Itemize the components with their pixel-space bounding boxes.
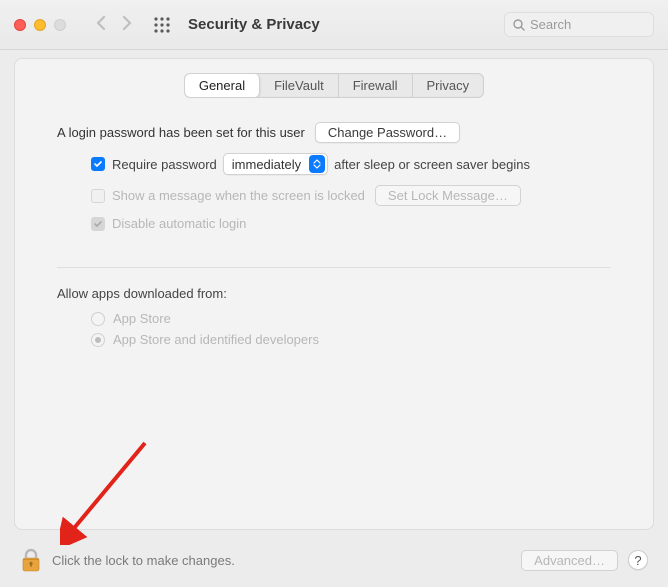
require-password-label: Require password <box>112 157 217 172</box>
show-message-row: Show a message when the screen is locked… <box>91 185 611 206</box>
search-input[interactable] <box>530 17 645 32</box>
segmented-tabs: General FileVault Firewall Privacy <box>184 73 484 98</box>
show-message-checkbox <box>91 189 105 203</box>
titlebar: Security & Privacy <box>0 0 668 50</box>
search-wrap <box>504 12 654 37</box>
radio-appstore-label: App Store <box>113 311 171 326</box>
require-password-row: Require password immediately after sleep… <box>91 153 611 175</box>
footer-right: Advanced… ? <box>521 550 648 571</box>
advanced-button: Advanced… <box>521 550 618 571</box>
show-all-icon[interactable] <box>154 17 170 33</box>
lock-icon[interactable] <box>20 548 42 572</box>
disable-auto-login-row: Disable automatic login <box>91 216 611 231</box>
content-pane: General FileVault Firewall Privacy A log… <box>14 58 654 530</box>
divider <box>57 267 611 268</box>
radio-appstore-row: App Store <box>91 311 611 326</box>
require-password-delay-dropdown[interactable]: immediately <box>223 153 328 175</box>
change-password-button[interactable]: Change Password… <box>315 122 460 143</box>
general-tab-content: A login password has been set for this u… <box>15 98 653 363</box>
disable-auto-login-checkbox <box>91 217 105 231</box>
radio-appstore-identified <box>91 333 105 347</box>
allow-apps-label: Allow apps downloaded from: <box>57 286 611 301</box>
disable-auto-login-label: Disable automatic login <box>112 216 246 231</box>
tab-filevault[interactable]: FileVault <box>260 74 339 97</box>
window-title: Security & Privacy <box>188 16 320 33</box>
traffic-lights <box>14 19 66 31</box>
radio-appstore-identified-row: App Store and identified developers <box>91 332 611 347</box>
tab-firewall[interactable]: Firewall <box>339 74 413 97</box>
require-password-checkbox[interactable] <box>91 157 105 171</box>
minimize-window-button[interactable] <box>34 19 46 31</box>
footer: Click the lock to make changes. Advanced… <box>0 533 668 587</box>
zoom-window-button[interactable] <box>54 19 66 31</box>
login-password-row: A login password has been set for this u… <box>57 122 611 143</box>
set-lock-message-button: Set Lock Message… <box>375 185 521 206</box>
require-password-after-text: after sleep or screen saver begins <box>334 157 530 172</box>
search-field[interactable] <box>504 12 654 37</box>
help-button[interactable]: ? <box>628 550 648 570</box>
lock-text: Click the lock to make changes. <box>52 553 235 568</box>
nav-arrows <box>96 15 132 34</box>
search-icon <box>513 19 525 31</box>
forward-button[interactable] <box>121 15 132 34</box>
chevron-updown-icon <box>309 155 325 173</box>
tab-privacy[interactable]: Privacy <box>413 74 484 97</box>
tab-general[interactable]: General <box>185 74 260 97</box>
back-button[interactable] <box>96 15 107 34</box>
dropdown-value: immediately <box>232 157 301 172</box>
show-message-label: Show a message when the screen is locked <box>112 188 365 203</box>
tabs-row: General FileVault Firewall Privacy <box>15 73 653 98</box>
login-password-text: A login password has been set for this u… <box>57 125 305 140</box>
close-window-button[interactable] <box>14 19 26 31</box>
radio-appstore-identified-label: App Store and identified developers <box>113 332 319 347</box>
radio-appstore <box>91 312 105 326</box>
